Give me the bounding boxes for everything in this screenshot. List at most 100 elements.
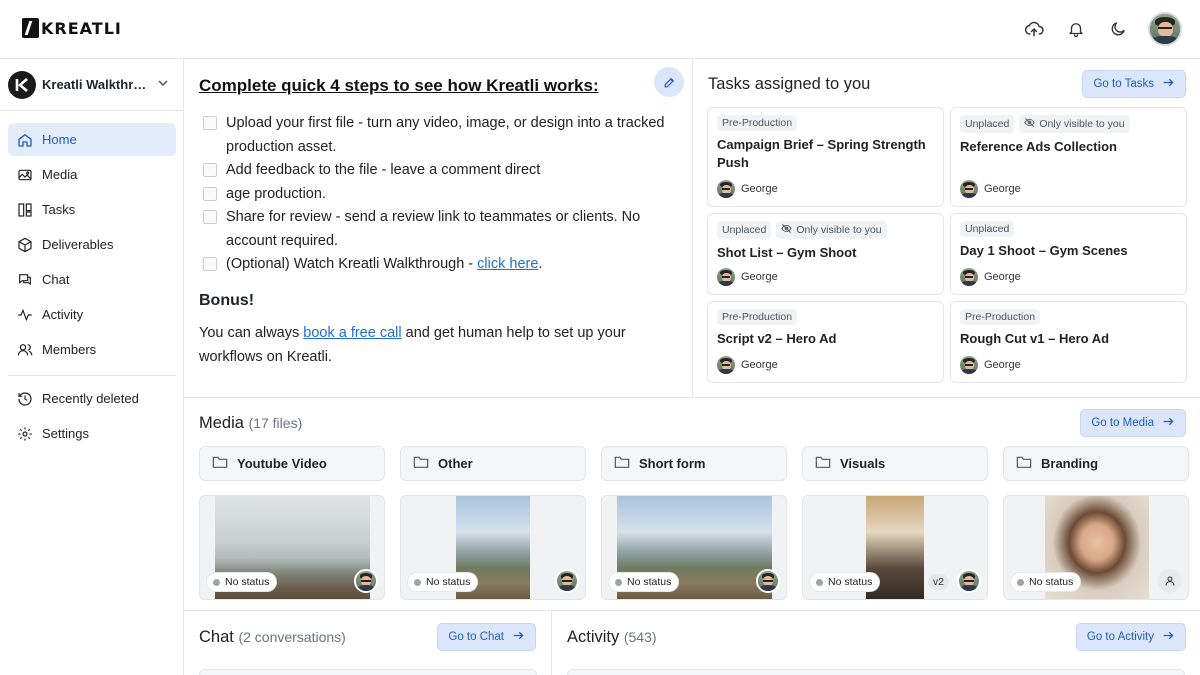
sidebar-item-media[interactable]: Media bbox=[8, 158, 176, 191]
sidebar-item-activity[interactable]: Activity bbox=[8, 298, 176, 331]
avatar bbox=[960, 356, 978, 374]
history-icon bbox=[16, 390, 34, 408]
task-assignee: George bbox=[960, 356, 1021, 374]
edit-button[interactable] bbox=[654, 67, 684, 97]
task-card[interactable]: Pre-Production Rough Cut v1 – Hero Ad Ge… bbox=[950, 301, 1187, 383]
visibility-tag: Only visible to you bbox=[1019, 115, 1130, 133]
avatar bbox=[354, 569, 378, 593]
media-file-card[interactable]: No status bbox=[199, 495, 385, 600]
media-title: Media (17 files) bbox=[199, 414, 302, 433]
step-text: (Optional) Watch Kreatli Walkthrough - c… bbox=[226, 253, 542, 277]
avatar bbox=[555, 569, 579, 593]
step-item: Share for review - send a review link to… bbox=[199, 206, 678, 253]
status-badge[interactable]: No status bbox=[1011, 573, 1081, 591]
media-file-card[interactable]: No status bbox=[601, 495, 787, 600]
step-checkbox[interactable] bbox=[203, 210, 217, 224]
status-badge[interactable]: No status bbox=[609, 573, 679, 591]
go-to-tasks-button[interactable]: Go to Tasks bbox=[1082, 70, 1186, 98]
media-file-list: No status No status No status No status … bbox=[199, 495, 1189, 600]
workspace-logo bbox=[8, 70, 36, 99]
folder-item[interactable]: Visuals bbox=[802, 446, 988, 481]
sidebar-item-settings[interactable]: Settings bbox=[8, 417, 176, 450]
moon-icon[interactable] bbox=[1106, 17, 1130, 41]
kreatli-logo[interactable]: KREATLI bbox=[22, 18, 122, 38]
assignee-name: George bbox=[984, 271, 1021, 283]
step-checkbox[interactable] bbox=[203, 116, 217, 130]
task-card[interactable]: Pre-Production Campaign Brief – Spring S… bbox=[707, 107, 944, 207]
status-dot bbox=[213, 578, 220, 586]
status-label: No status bbox=[828, 576, 873, 588]
folder-item[interactable]: Branding bbox=[1003, 446, 1189, 481]
task-title: Script v2 – Hero Ad bbox=[717, 331, 837, 346]
arrow-right-icon bbox=[1162, 415, 1175, 431]
task-card[interactable]: Unplaced Only visible to you Shot List –… bbox=[707, 213, 944, 295]
sidebar-item-label: Home bbox=[42, 132, 77, 147]
folder-item[interactable]: Short form bbox=[601, 446, 787, 481]
folder-list: Youtube Video Other Short form Visuals B… bbox=[199, 446, 1189, 481]
media-file-card[interactable]: No status bbox=[1003, 495, 1189, 600]
tasks-panel: Tasks assigned to you Go to Tasks Pre-Pr… bbox=[693, 59, 1200, 398]
status-badge[interactable]: No status bbox=[810, 573, 880, 591]
avatar bbox=[960, 268, 978, 286]
chat-title-text: Chat bbox=[199, 628, 234, 646]
step-text-prefix: (Optional) Watch Kreatli Walkthrough - bbox=[226, 256, 478, 272]
sidebar-item-label: Activity bbox=[42, 307, 84, 322]
status-dot bbox=[816, 578, 823, 586]
go-to-chat-button[interactable]: Go to Chat bbox=[437, 623, 536, 651]
user-avatar[interactable] bbox=[1148, 12, 1182, 46]
step-item: Add feedback to the file - leave a comme… bbox=[199, 159, 678, 183]
sidebar-item-label: Recently deleted bbox=[42, 391, 139, 406]
gear-icon bbox=[16, 425, 34, 443]
sidebar-item-label: Tasks bbox=[42, 202, 76, 217]
status-dot bbox=[615, 578, 622, 586]
sidebar-item-deliverables[interactable]: Deliverables bbox=[8, 228, 176, 261]
media-file-card[interactable]: No status bbox=[400, 495, 586, 600]
task-stage-tag: Pre-Production bbox=[717, 309, 798, 325]
go-to-media-button[interactable]: Go to Media bbox=[1080, 409, 1186, 437]
user-placeholder-icon bbox=[1158, 569, 1182, 593]
task-stage-tag: Pre-Production bbox=[960, 309, 1041, 325]
task-card[interactable]: Unplaced Only visible to you Reference A… bbox=[950, 107, 1187, 207]
folder-icon bbox=[815, 455, 831, 472]
status-dot bbox=[414, 578, 421, 586]
sidebar-item-chat[interactable]: Chat bbox=[8, 263, 176, 296]
task-assignee: George bbox=[717, 268, 778, 286]
sidebar-item-home[interactable]: Home bbox=[8, 123, 176, 156]
media-file-card[interactable]: No status v2 bbox=[802, 495, 988, 600]
box-icon bbox=[16, 236, 34, 254]
task-card[interactable]: Pre-Production Script v2 – Hero Ad Georg… bbox=[707, 301, 944, 383]
status-label: No status bbox=[627, 576, 672, 588]
visibility-tag-label: Only visible to you bbox=[796, 224, 882, 236]
bonus-prefix: You can always bbox=[199, 324, 304, 341]
task-card[interactable]: Unplaced Day 1 Shoot – Gym Scenes George bbox=[950, 213, 1187, 295]
arrow-right-icon bbox=[1162, 76, 1175, 92]
status-badge[interactable]: No status bbox=[408, 573, 478, 591]
bell-icon[interactable] bbox=[1064, 17, 1088, 41]
media-title-text: Media bbox=[199, 414, 244, 432]
folder-name: Visuals bbox=[840, 456, 886, 471]
assignee-name: George bbox=[741, 183, 778, 195]
sidebar-item-members[interactable]: Members bbox=[8, 333, 176, 366]
step-checkbox[interactable] bbox=[203, 257, 217, 271]
workspace-switcher[interactable]: Kreatli Walkthrough bbox=[0, 59, 183, 111]
members-icon bbox=[16, 341, 34, 359]
chevron-down-icon bbox=[158, 78, 168, 91]
sidebar-item-tasks[interactable]: Tasks bbox=[8, 193, 176, 226]
sidebar-item-label: Settings bbox=[42, 426, 89, 441]
folder-name: Short form bbox=[639, 456, 706, 471]
book-call-link[interactable]: book a free call bbox=[303, 325, 401, 341]
eye-off-icon bbox=[781, 223, 792, 237]
sidebar-item-recently-deleted[interactable]: Recently deleted bbox=[8, 382, 176, 415]
button-label: Go to Tasks bbox=[1093, 78, 1154, 90]
avatar bbox=[717, 180, 735, 198]
folder-item[interactable]: Youtube Video bbox=[199, 446, 385, 481]
cloud-upload-icon[interactable] bbox=[1022, 17, 1046, 41]
status-badge[interactable]: No status bbox=[207, 573, 277, 591]
step-checkbox[interactable] bbox=[203, 186, 217, 201]
folder-item[interactable]: Other bbox=[400, 446, 586, 481]
go-to-activity-button[interactable]: Go to Activity bbox=[1075, 623, 1186, 651]
avatar bbox=[957, 569, 981, 593]
chat-title: Chat (2 conversations) bbox=[199, 628, 346, 647]
walkthrough-link[interactable]: click here bbox=[477, 256, 538, 272]
step-checkbox[interactable] bbox=[203, 163, 217, 177]
